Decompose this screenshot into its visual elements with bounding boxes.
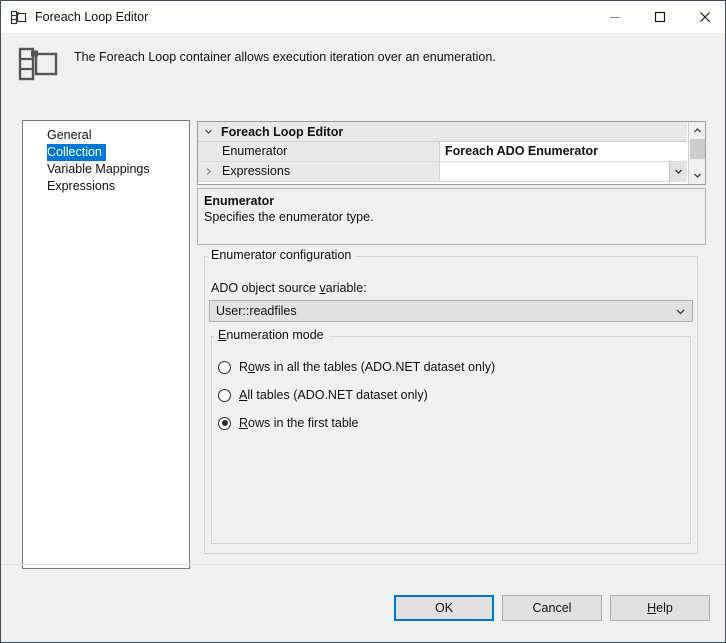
property-row-enumerator[interactable]: Enumerator Foreach ADO Enumerator xyxy=(198,142,687,162)
radio-label: Rows in all the tables (ADO.NET dataset … xyxy=(239,360,496,374)
page-list[interactable]: General Collection Variable Mappings Exp… xyxy=(22,120,190,569)
header-band: The Foreach Loop container allows execut… xyxy=(1,33,725,101)
property-grid-category-row[interactable]: Foreach Loop Editor xyxy=(198,122,687,142)
title-bar: Foreach Loop Editor xyxy=(1,1,725,33)
radio-label-rest: ll tables (ADO.NET dataset only) xyxy=(247,388,428,402)
property-value[interactable]: Foreach ADO Enumerator xyxy=(440,142,687,161)
radio-rows-in-all-tables[interactable]: Rows in all the tables (ADO.NET dataset … xyxy=(218,358,495,376)
radio-label-rest: ows in the first table xyxy=(248,416,359,430)
chevron-right-icon[interactable] xyxy=(198,162,218,181)
help-button[interactable]: Help xyxy=(610,595,710,621)
enumerator-configuration-group: Enumerator configuration ADO object sour… xyxy=(204,248,698,554)
radio-indicator[interactable] xyxy=(218,416,231,430)
chevron-down-icon[interactable] xyxy=(668,306,692,317)
group-legend: Enumeration mode xyxy=(215,328,328,342)
radio-label: All tables (ADO.NET dataset only) xyxy=(239,388,428,402)
property-name: Expressions xyxy=(218,162,440,181)
scroll-down-arrow-icon[interactable] xyxy=(689,167,705,184)
sidebar-item-label: General xyxy=(47,128,92,142)
scroll-up-arrow-icon[interactable] xyxy=(689,122,705,139)
property-grid[interactable]: Foreach Loop Editor Enumerator Foreach A… xyxy=(197,121,706,185)
sidebar-item-general[interactable]: General xyxy=(23,127,189,144)
property-grid-scrollbar[interactable] xyxy=(688,122,705,184)
property-grid-category-label: Foreach Loop Editor xyxy=(221,124,344,139)
close-icon xyxy=(699,12,710,22)
description-text: Specifies the enumerator type. xyxy=(204,210,374,224)
cancel-button[interactable]: Cancel xyxy=(502,595,602,621)
property-row-expressions[interactable]: Expressions xyxy=(198,162,687,182)
foreach-loop-icon xyxy=(10,9,27,26)
row-expander-spacer xyxy=(198,142,218,161)
legend-rest: numeration mode xyxy=(226,328,324,342)
maximize-icon xyxy=(654,11,665,23)
sidebar-item-collection[interactable]: Collection xyxy=(23,144,189,161)
label-part-pre: ADO object source xyxy=(211,281,320,295)
foreach-loop-icon xyxy=(17,45,59,85)
radio-accelerator: o xyxy=(248,360,255,374)
scrollbar-thumb[interactable] xyxy=(690,139,705,159)
minimize-icon xyxy=(609,16,620,19)
radio-accelerator: R xyxy=(239,416,249,430)
property-value[interactable] xyxy=(440,162,687,181)
minimize-button[interactable] xyxy=(592,1,637,33)
description-panel: Enumerator Specifies the enumerator type… xyxy=(197,188,706,245)
window-title: Foreach Loop Editor xyxy=(35,10,149,24)
radio-all-tables[interactable]: All tables (ADO.NET dataset only) xyxy=(218,386,428,404)
radio-label: Rows in the first table xyxy=(239,416,359,430)
radio-indicator[interactable] xyxy=(218,360,231,374)
property-grid-rows: Foreach Loop Editor Enumerator Foreach A… xyxy=(198,122,687,182)
ado-object-source-variable-combobox[interactable]: User::readfiles xyxy=(209,300,693,322)
close-button[interactable] xyxy=(682,1,725,33)
sidebar-item-expressions[interactable]: Expressions xyxy=(23,178,189,195)
sidebar-item-variable-mappings[interactable]: Variable Mappings xyxy=(23,161,189,178)
ado-variable-label: ADO object source variable: xyxy=(211,281,367,295)
chevron-down-icon[interactable] xyxy=(669,162,687,181)
combobox-value: User::readfiles xyxy=(216,304,297,318)
header-description: The Foreach Loop container allows execut… xyxy=(74,50,496,64)
enumeration-mode-group: Enumeration mode Rows in all the tables … xyxy=(211,328,691,544)
sidebar-item-label: Variable Mappings xyxy=(47,162,150,176)
help-accelerator: H xyxy=(647,601,657,615)
sidebar-item-label: Collection xyxy=(47,144,106,161)
radio-indicator[interactable] xyxy=(218,388,231,402)
radio-label-rest: ws in all the tables (ADO.NET dataset on… xyxy=(254,360,496,374)
window-controls xyxy=(592,1,725,33)
chevron-down-icon[interactable] xyxy=(198,127,218,136)
group-legend: Enumerator configuration xyxy=(208,248,356,262)
foreach-loop-editor-window: Foreach Loop Editor The Foreach Loop con… xyxy=(0,0,726,643)
label-part-post: ariable: xyxy=(325,281,367,295)
help-label-rest: elp xyxy=(656,601,673,615)
ok-button[interactable]: OK xyxy=(394,595,494,621)
property-name: Enumerator xyxy=(218,142,440,161)
description-title: Enumerator xyxy=(204,194,275,208)
sidebar-item-label: Expressions xyxy=(47,179,116,193)
maximize-button[interactable] xyxy=(637,1,682,33)
radio-rows-in-first-table[interactable]: Rows in the first table xyxy=(218,414,359,432)
footer-separator xyxy=(1,564,725,565)
